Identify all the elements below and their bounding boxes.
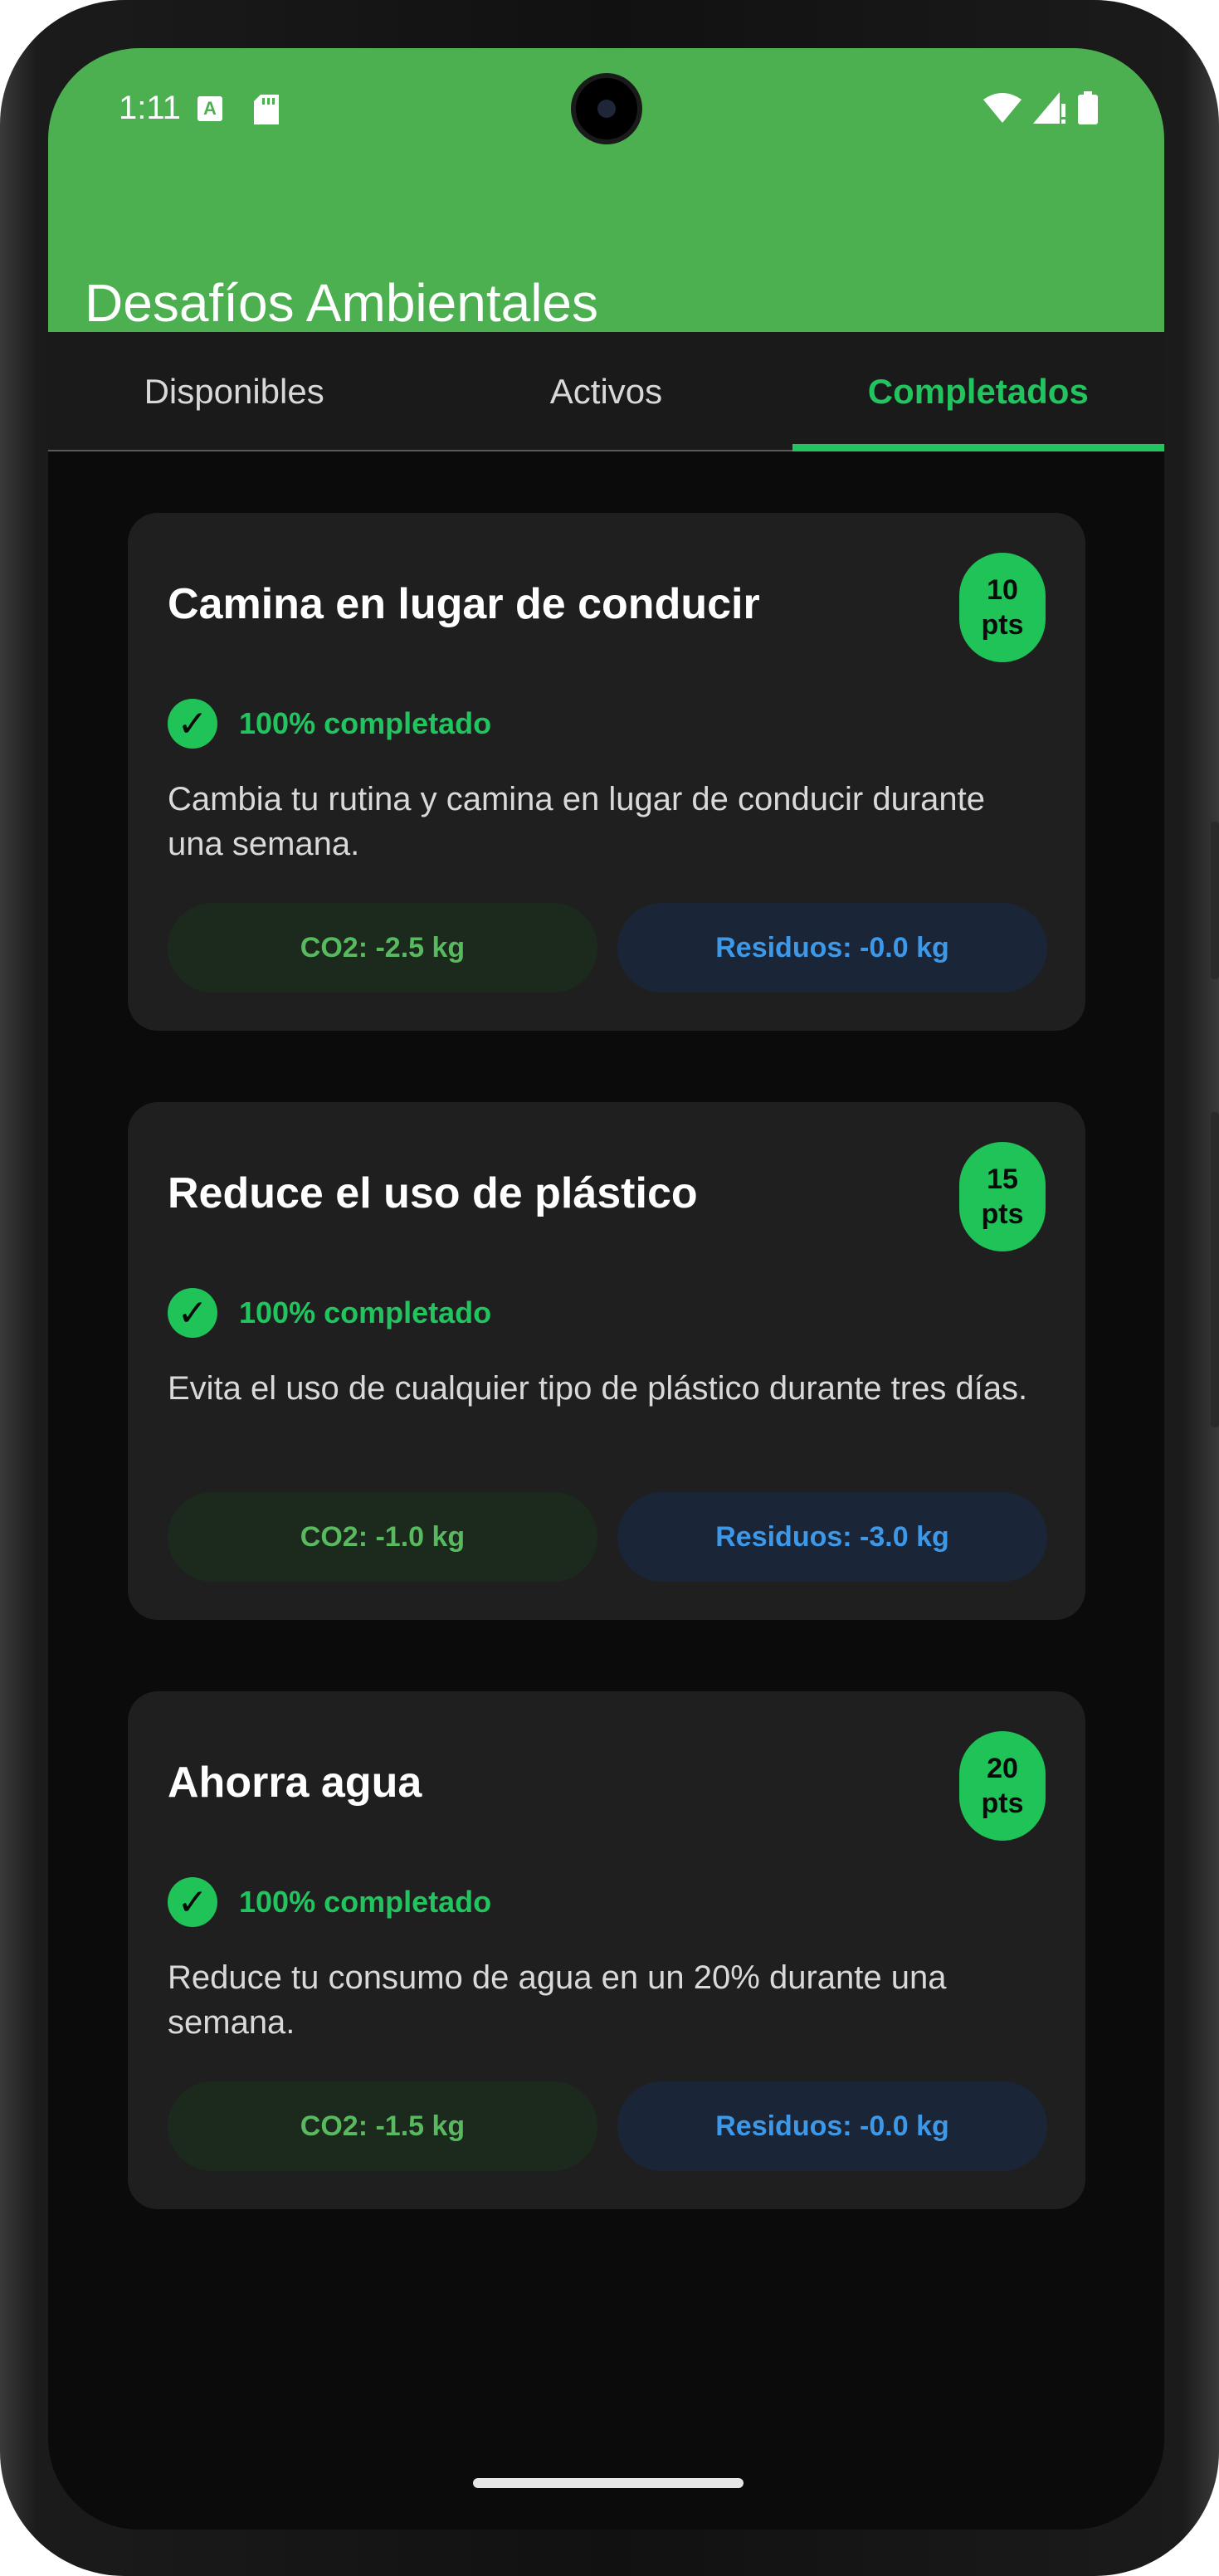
co2-chip: CO2: -1.5 kg xyxy=(168,2081,597,2171)
tab-activos[interactable]: Activos xyxy=(420,332,792,450)
app-bar: Desafíos Ambientales xyxy=(48,164,1164,333)
wifi-icon xyxy=(983,93,1022,127)
points-badge: 20 pts xyxy=(959,1731,1046,1841)
sd-card-icon xyxy=(254,95,279,129)
co2-chip: CO2: -1.0 kg xyxy=(168,1492,597,1582)
home-indicator[interactable] xyxy=(473,2478,744,2488)
check-icon: ✓ xyxy=(168,699,217,749)
waste-chip: Residuos: -0.0 kg xyxy=(617,2081,1047,2171)
progress-row: ✓ 100% completado xyxy=(168,699,491,749)
impact-chips: CO2: -1.5 kg Residuos: -0.0 kg xyxy=(168,2081,1047,2171)
status-bar: 1:11 A xyxy=(48,48,1164,164)
status-icons xyxy=(983,91,1098,129)
volume-button xyxy=(1211,1112,1219,1427)
front-camera xyxy=(571,73,642,144)
challenge-description: Cambia tu rutina y camina en lugar de co… xyxy=(168,781,985,862)
points-unit: pts xyxy=(981,1198,1024,1230)
a-notification-icon: A xyxy=(197,96,222,121)
check-icon: ✓ xyxy=(168,1877,217,1927)
battery-icon xyxy=(1078,91,1098,129)
points-value: 20 xyxy=(987,1753,1018,1784)
points-badge: 10 pts xyxy=(959,553,1046,662)
progress-text: 100% completado xyxy=(239,1885,492,1919)
challenge-description: Evita el uso de cualquier tipo de plásti… xyxy=(168,1370,1028,1407)
points-value: 10 xyxy=(987,574,1018,606)
challenge-card[interactable]: Camina en lugar de conducir 10 pts ✓ 100… xyxy=(128,513,1085,1031)
challenge-list: Camina en lugar de conducir 10 pts ✓ 100… xyxy=(128,513,1085,2281)
phone-frame: 1:11 A Desafíos Ambientales Disponibles … xyxy=(0,0,1219,2576)
co2-chip: CO2: -2.5 kg xyxy=(168,903,597,993)
waste-chip: Residuos: -3.0 kg xyxy=(617,1492,1047,1582)
challenge-title: Camina en lugar de conducir xyxy=(168,580,760,628)
points-unit: pts xyxy=(981,609,1024,641)
impact-chips: CO2: -2.5 kg Residuos: -0.0 kg xyxy=(168,903,1047,993)
points-value: 15 xyxy=(987,1164,1018,1195)
progress-row: ✓ 100% completado xyxy=(168,1288,491,1338)
tab-disponibles[interactable]: Disponibles xyxy=(48,332,420,450)
signal-icon xyxy=(1033,92,1066,128)
progress-text: 100% completado xyxy=(239,1295,492,1329)
points-badge: 15 pts xyxy=(959,1142,1046,1251)
challenge-card[interactable]: Ahorra agua 20 pts ✓ 100% completado Red… xyxy=(128,1691,1085,2209)
challenge-description: Reduce tu consumo de agua en un 20% dura… xyxy=(168,1959,947,2041)
power-button xyxy=(1211,822,1219,979)
challenge-title: Ahorra agua xyxy=(168,1759,422,1807)
tab-bar: Disponibles Activos Completados xyxy=(48,332,1164,451)
challenge-title: Reduce el uso de plástico xyxy=(168,1169,698,1217)
status-time: 1:11 xyxy=(119,90,181,126)
screen: 1:11 A Desafíos Ambientales Disponibles … xyxy=(48,48,1164,2530)
page-title: Desafíos Ambientales xyxy=(85,273,598,333)
check-icon: ✓ xyxy=(168,1288,217,1338)
tab-completados[interactable]: Completados xyxy=(792,332,1164,451)
waste-chip: Residuos: -0.0 kg xyxy=(617,903,1047,993)
impact-chips: CO2: -1.0 kg Residuos: -3.0 kg xyxy=(168,1492,1047,1582)
progress-row: ✓ 100% completado xyxy=(168,1877,491,1927)
progress-text: 100% completado xyxy=(239,706,492,740)
challenge-card[interactable]: Reduce el uso de plástico 15 pts ✓ 100% … xyxy=(128,1102,1085,1620)
points-unit: pts xyxy=(981,1788,1024,1819)
